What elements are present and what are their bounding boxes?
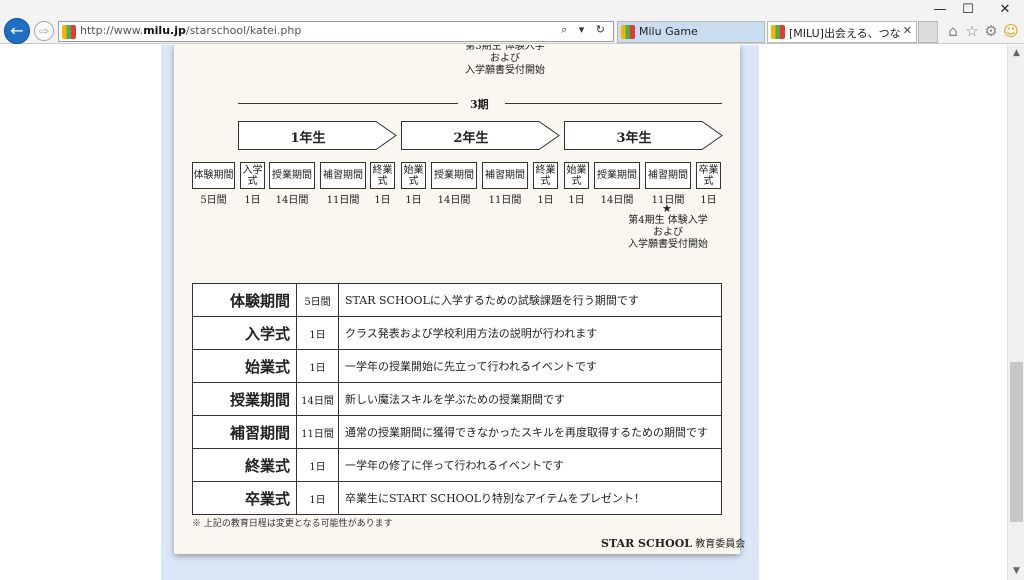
schedule-note: ※ 上記の教育日程は変更となる可能性があります <box>192 519 393 529</box>
footer-dept: 教育委員会 <box>695 539 746 550</box>
period-line-left <box>238 103 458 104</box>
term-cell: 体験期間 <box>192 283 297 317</box>
tab-label: [MILU]出会える、つながる、... <box>789 27 901 40</box>
step-box: 補習期間 <box>645 162 691 189</box>
description-cell: 通常の授業期間に獲得できなかったスキルを再度取得するための期間です <box>338 415 722 449</box>
table-row: 入学式 1日 クラス発表および学校利用方法の説明が行われます <box>192 316 722 350</box>
legend-table: 体験期間 5日間 STAR SCHOOLに入学するための試験課題を行う期間です … <box>192 283 722 515</box>
feedback-smiley-icon[interactable]: ☺ <box>1002 22 1020 40</box>
term-cell: 始業式 <box>192 349 297 383</box>
grade-arrow-3: 3年生 <box>564 121 724 150</box>
favorites-star-icon[interactable]: ☆ <box>963 22 981 40</box>
step-duration: 1日 <box>244 195 261 206</box>
settings-gear-icon[interactable]: ⚙ <box>982 22 1000 40</box>
duration-cell: 1日 <box>296 481 339 515</box>
term-cell: 入学式 <box>192 316 297 350</box>
star-marker-icon: ★ <box>662 202 672 215</box>
grade-arrow-1: 1年生 <box>238 121 398 150</box>
back-arrow-icon[interactable]: ← <box>4 18 30 44</box>
term-cell: 終業式 <box>192 448 297 482</box>
scroll-up-icon[interactable]: ▲ <box>1008 45 1024 62</box>
step-box: 授業期間 <box>269 162 315 189</box>
description-cell: 一学年の修了に伴って行われるイベントです <box>338 448 722 482</box>
tab-label: Milu Game <box>639 25 698 38</box>
description-cell: クラス発表および学校利用方法の説明が行われます <box>338 316 722 350</box>
duration-cell: 5日間 <box>296 283 339 317</box>
duration-cell: 1日 <box>296 349 339 383</box>
address-bar[interactable]: http://www.milu.jp/starschool/katei.php … <box>58 21 614 42</box>
step-duration: 14日間 <box>437 195 471 206</box>
scroll-down-icon[interactable]: ▼ <box>1008 563 1024 580</box>
duration-cell: 1日 <box>296 316 339 350</box>
step-duration: 11日間 <box>326 195 360 206</box>
step-box: 体験期間 <box>192 162 235 189</box>
close-window-icon[interactable]: ✕ <box>993 2 1017 17</box>
tab-favicon-icon <box>621 25 635 39</box>
browser-chrome: ← ⇨ http://www.milu.jp/starschool/katei.… <box>0 0 1024 44</box>
vertical-scrollbar[interactable]: ▲ ▼ <box>1007 45 1024 580</box>
top-note: 第3期生 体験入学 および 入学願書受付開始 <box>465 45 545 76</box>
step-duration: 1日 <box>405 195 422 206</box>
tab-milu-game[interactable]: Milu Game <box>617 21 765 43</box>
step-box: 補習期間 <box>320 162 366 189</box>
step-box: 始業式 <box>401 162 426 189</box>
new-tab-button[interactable] <box>918 21 938 43</box>
table-row: 卒業式 1日 卒業生にSTART SCHOOLり特別なアイテムをプレゼント！ <box>192 481 722 515</box>
page-viewport: 第3期生 体験入学 および 入学願書受付開始 3期 1年生 2年生 3年生 体験… <box>0 45 1007 580</box>
minimize-icon[interactable]: — <box>928 2 952 17</box>
duration-cell: 14日間 <box>296 382 339 416</box>
table-row: 始業式 1日 一学年の授業開始に先立って行われるイベントです <box>192 349 722 383</box>
step-box: 入学式 <box>240 162 265 189</box>
step-duration: 1日 <box>374 195 391 206</box>
tab-favicon-icon <box>771 25 785 39</box>
step-duration: 11日間 <box>488 195 522 206</box>
maximize-icon[interactable]: ☐ <box>956 2 980 17</box>
description-cell: 卒業生にSTART SCHOOLり特別なアイテムをプレゼント！ <box>338 481 722 515</box>
step-box: 授業期間 <box>431 162 477 189</box>
step-box: 卒業式 <box>696 162 721 189</box>
step-duration: 1日 <box>568 195 585 206</box>
url-text[interactable]: http://www.milu.jp/starschool/katei.php <box>80 24 301 37</box>
scrollbar-thumb[interactable] <box>1010 362 1023 522</box>
step-duration: 14日間 <box>275 195 309 206</box>
step-duration: 1日 <box>700 195 717 206</box>
term-cell: 授業期間 <box>192 382 297 416</box>
home-icon[interactable]: ⌂ <box>944 22 962 40</box>
table-row: 補習期間 11日間 通常の授業期間に獲得できなかったスキルを再度取得するための期… <box>192 415 722 449</box>
table-row: 終業式 1日 一学年の修了に伴って行われるイベントです <box>192 448 722 482</box>
term-cell: 補習期間 <box>192 415 297 449</box>
bottom-note: 第4期生 体験入学 および 入学願書受付開始 <box>628 215 708 250</box>
step-duration: 5日間 <box>200 195 227 206</box>
step-box: 終業式 <box>533 162 558 189</box>
footer-org: STAR SCHOOL <box>601 537 693 550</box>
description-cell: STAR SCHOOLに入学するための試験課題を行う期間です <box>338 283 722 317</box>
duration-cell: 11日間 <box>296 415 339 449</box>
search-refresh-icons[interactable]: ⌕ ▾ ↻ <box>561 23 609 37</box>
site-favicon-icon <box>62 25 76 39</box>
term-cell: 卒業式 <box>192 481 297 515</box>
step-box: 授業期間 <box>594 162 640 189</box>
step-duration: 1日 <box>537 195 554 206</box>
table-row: 授業期間 14日間 新しい魔法スキルを学ぶための授業期間です <box>192 382 722 416</box>
duration-cell: 1日 <box>296 448 339 482</box>
step-duration: 14日間 <box>600 195 634 206</box>
grade-arrow-2: 2年生 <box>401 121 561 150</box>
forward-arrow-icon[interactable]: ⇨ <box>34 21 54 41</box>
period-label: 3期 <box>470 98 489 111</box>
step-box: 補習期間 <box>482 162 528 189</box>
period-line-right <box>505 103 722 104</box>
description-cell: 新しい魔法スキルを学ぶための授業期間です <box>338 382 722 416</box>
tab-milu-portal[interactable]: [MILU]出会える、つながる、... ✕ <box>767 21 917 43</box>
step-box: 始業式 <box>564 162 589 189</box>
description-cell: 一学年の授業開始に先立って行われるイベントです <box>338 349 722 383</box>
table-row: 体験期間 5日間 STAR SCHOOLに入学するための試験課題を行う期間です <box>192 283 722 317</box>
footer-signature: STAR SCHOOL 教育委員会 <box>601 535 745 550</box>
tab-close-icon[interactable]: ✕ <box>903 24 912 37</box>
step-box: 終業式 <box>370 162 395 189</box>
